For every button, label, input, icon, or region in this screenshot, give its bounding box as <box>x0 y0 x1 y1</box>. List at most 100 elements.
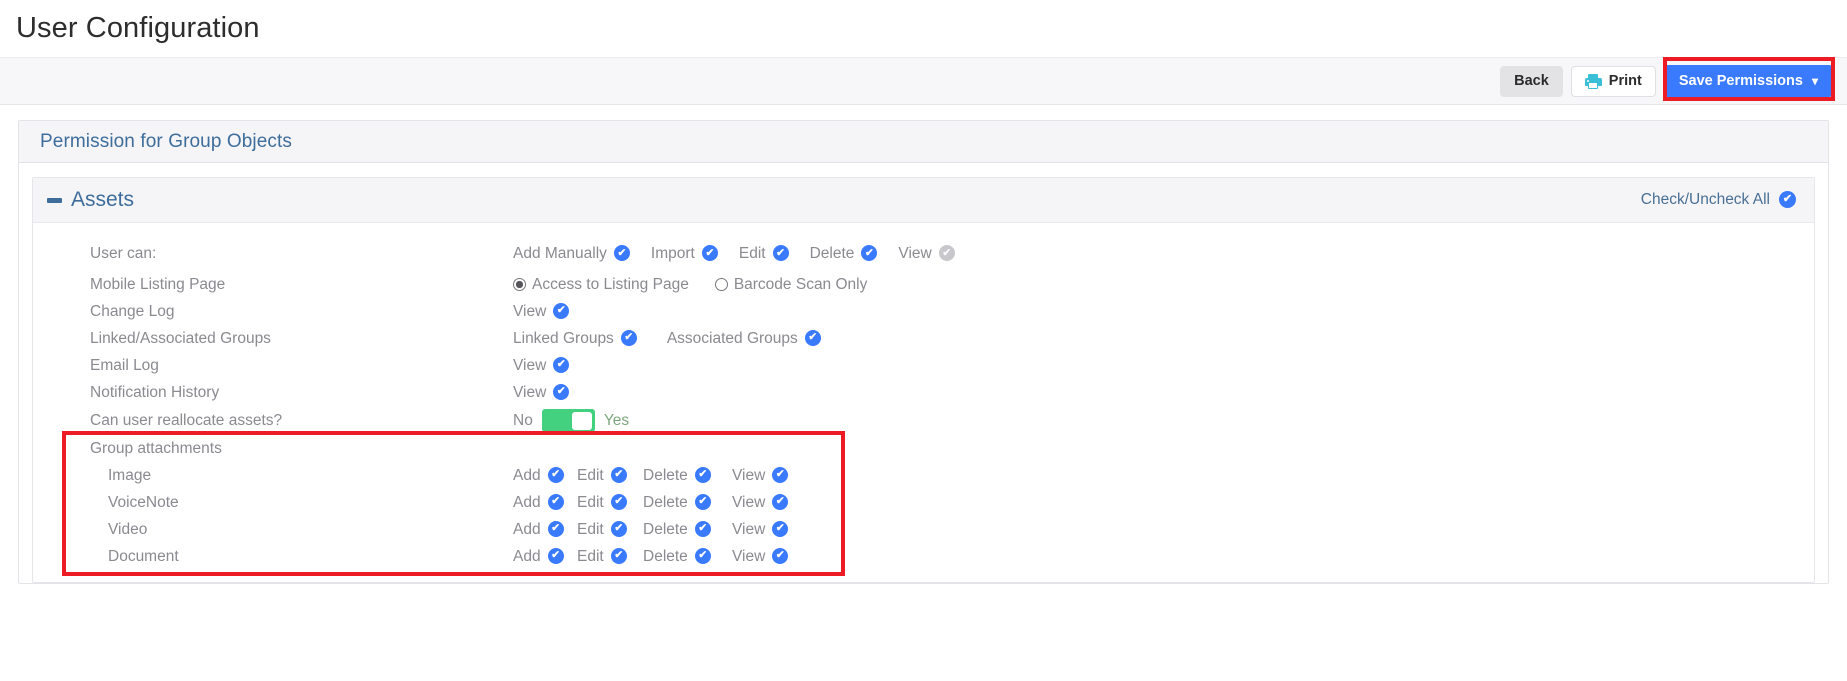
chevron-down-icon: ▾ <box>1811 74 1818 88</box>
check-uncheck-all[interactable]: Check/Uncheck All ✔ <box>1641 190 1796 209</box>
row-linked-associated-groups-label: Linked/Associated Groups <box>90 329 271 347</box>
option-change-log-view[interactable]: View ✔ <box>513 302 570 321</box>
check-icon-document-edit[interactable]: ✔ <box>610 547 627 564</box>
option-document-edit[interactable]: Edit ✔ <box>577 547 643 566</box>
option-voicenote-delete-label: Delete <box>643 493 688 511</box>
option-delete[interactable]: Delete ✔ <box>810 245 878 263</box>
check-icon-change-log-view[interactable]: ✔ <box>553 302 570 319</box>
option-add-manually[interactable]: Add Manually ✔ <box>513 245 630 263</box>
check-icon-video-view[interactable]: ✔ <box>772 520 789 537</box>
option-image-add[interactable]: Add ✔ <box>513 466 577 485</box>
option-video-edit[interactable]: Edit ✔ <box>577 520 643 539</box>
row-group-attachments-label: Group attachments <box>90 439 222 457</box>
row-reallocate-assets-label: Can user reallocate assets? <box>90 411 283 429</box>
check-icon-associated-groups[interactable]: ✔ <box>804 329 821 346</box>
option-image-view[interactable]: View ✔ <box>732 466 789 485</box>
option-document-edit-label: Edit <box>577 547 604 565</box>
radio-barcode-scan-only-label: Barcode Scan Only <box>733 275 868 293</box>
reallocate-toggle[interactable] <box>541 409 595 432</box>
option-notification-history-view[interactable]: View ✔ <box>513 383 570 402</box>
radio-icon-unselected[interactable] <box>714 278 728 291</box>
option-import[interactable]: Import ✔ <box>651 245 718 263</box>
option-video-delete-label: Delete <box>643 520 688 538</box>
minus-icon[interactable] <box>47 197 62 203</box>
option-linked-groups[interactable]: Linked Groups ✔ <box>513 329 637 348</box>
row-email-log-label: Email Log <box>90 356 159 374</box>
check-icon-document-delete[interactable]: ✔ <box>694 547 711 564</box>
toggle-on-label: Yes <box>603 411 630 429</box>
option-voicenote-add-label: Add <box>513 493 541 511</box>
option-voicenote-view[interactable]: View ✔ <box>732 493 789 512</box>
check-icon-voicenote-edit[interactable]: ✔ <box>610 493 627 510</box>
check-icon-email-log-view[interactable]: ✔ <box>553 356 570 373</box>
row-linked-associated-groups-options: Linked Groups ✔ Associated Groups ✔ <box>513 329 821 348</box>
option-view: View ✔ <box>898 245 955 263</box>
row-linked-associated-groups: Linked/Associated Groups Linked Groups ✔… <box>33 325 1814 352</box>
check-icon-image-edit[interactable]: ✔ <box>610 466 627 483</box>
option-image-delete-label: Delete <box>643 466 688 484</box>
check-icon-voicenote-add[interactable]: ✔ <box>547 493 564 510</box>
toggle-off-label: No <box>513 411 533 429</box>
option-view-label: View <box>898 245 932 262</box>
option-email-log-view-label: View <box>513 356 547 374</box>
assets-section-title: Assets <box>71 188 135 211</box>
check-icon-document-add[interactable]: ✔ <box>547 547 564 564</box>
option-image-edit[interactable]: Edit ✔ <box>577 466 643 485</box>
option-document-delete[interactable]: Delete ✔ <box>643 547 732 566</box>
radio-icon-selected[interactable] <box>513 278 526 291</box>
check-icon-add-manually[interactable]: ✔ <box>613 245 630 261</box>
check-icon-image-add[interactable]: ✔ <box>547 466 564 483</box>
check-icon-voicenote-delete[interactable]: ✔ <box>694 493 711 510</box>
check-icon-import[interactable]: ✔ <box>701 245 718 261</box>
radio-barcode-scan-only[interactable]: Barcode Scan Only <box>714 275 868 294</box>
option-linked-groups-label: Linked Groups <box>513 329 614 347</box>
option-associated-groups[interactable]: Associated Groups ✔ <box>667 329 821 348</box>
check-icon-notification-history-view[interactable]: ✔ <box>553 383 570 400</box>
save-permissions-label: Save Permissions <box>1678 72 1803 89</box>
option-video-view-label: View <box>732 520 766 538</box>
row-mobile-listing-page-label: Mobile Listing Page <box>90 275 226 293</box>
check-icon-document-view[interactable]: ✔ <box>772 547 789 564</box>
row-email-log: Email Log View ✔ <box>33 352 1814 379</box>
save-permissions-button[interactable]: Save Permissions ▾ <box>1663 65 1833 97</box>
option-video-delete[interactable]: Delete ✔ <box>643 520 732 539</box>
page-title: User Configuration <box>16 12 260 44</box>
print-button[interactable]: Print <box>1570 65 1656 97</box>
group-attachments-block: Group attachments Image Add ✔ Edit ✔ Del… <box>33 435 1814 570</box>
option-document-add[interactable]: Add ✔ <box>513 547 577 566</box>
option-video-add[interactable]: Add ✔ <box>513 520 577 539</box>
check-circle-icon[interactable]: ✔ <box>1779 190 1796 208</box>
row-reallocate-assets-control: No Yes <box>513 409 629 432</box>
row-group-attachments: Group attachments <box>33 435 1814 462</box>
check-icon-video-edit[interactable]: ✔ <box>610 520 627 537</box>
assets-header-left: Assets <box>47 188 134 212</box>
option-voicenote-add[interactable]: Add ✔ <box>513 493 577 512</box>
option-image-delete[interactable]: Delete ✔ <box>643 466 732 485</box>
option-document-view[interactable]: View ✔ <box>732 547 789 566</box>
assets-section: Assets Check/Uncheck All ✔ User can: Add… <box>32 177 1815 583</box>
check-icon-image-view[interactable]: ✔ <box>772 466 789 483</box>
check-icon-view-disabled: ✔ <box>938 245 955 261</box>
check-icon-edit[interactable]: ✔ <box>772 245 789 261</box>
option-video-view[interactable]: View ✔ <box>732 520 789 539</box>
row-user-can-options: Add Manually ✔ Import ✔ Edit ✔ Delete ✔ … <box>513 245 955 263</box>
row-attachment-voicenote: VoiceNote Add ✔ Edit ✔ Delete ✔ View ✔ <box>33 489 1814 516</box>
option-voicenote-edit-label: Edit <box>577 493 604 511</box>
row-attachment-voicenote-label: VoiceNote <box>108 493 179 511</box>
option-voicenote-edit[interactable]: Edit ✔ <box>577 493 643 512</box>
printer-icon <box>1584 73 1602 89</box>
check-icon-video-add[interactable]: ✔ <box>547 520 564 537</box>
option-voicenote-delete[interactable]: Delete ✔ <box>643 493 732 512</box>
back-button[interactable]: Back <box>1500 65 1563 97</box>
option-add-manually-label: Add Manually <box>513 245 607 262</box>
check-icon-image-delete[interactable]: ✔ <box>694 466 711 483</box>
check-icon-voicenote-view[interactable]: ✔ <box>772 493 789 510</box>
check-icon-linked-groups[interactable]: ✔ <box>620 329 637 346</box>
check-icon-delete[interactable]: ✔ <box>861 245 878 261</box>
back-button-label: Back <box>1514 72 1549 89</box>
option-edit[interactable]: Edit ✔ <box>739 245 789 263</box>
option-email-log-view[interactable]: View ✔ <box>513 356 570 375</box>
radio-access-to-listing-page[interactable]: Access to Listing Page <box>513 276 689 294</box>
check-icon-video-delete[interactable]: ✔ <box>694 520 711 537</box>
row-attachment-video-label: Video <box>108 520 148 538</box>
